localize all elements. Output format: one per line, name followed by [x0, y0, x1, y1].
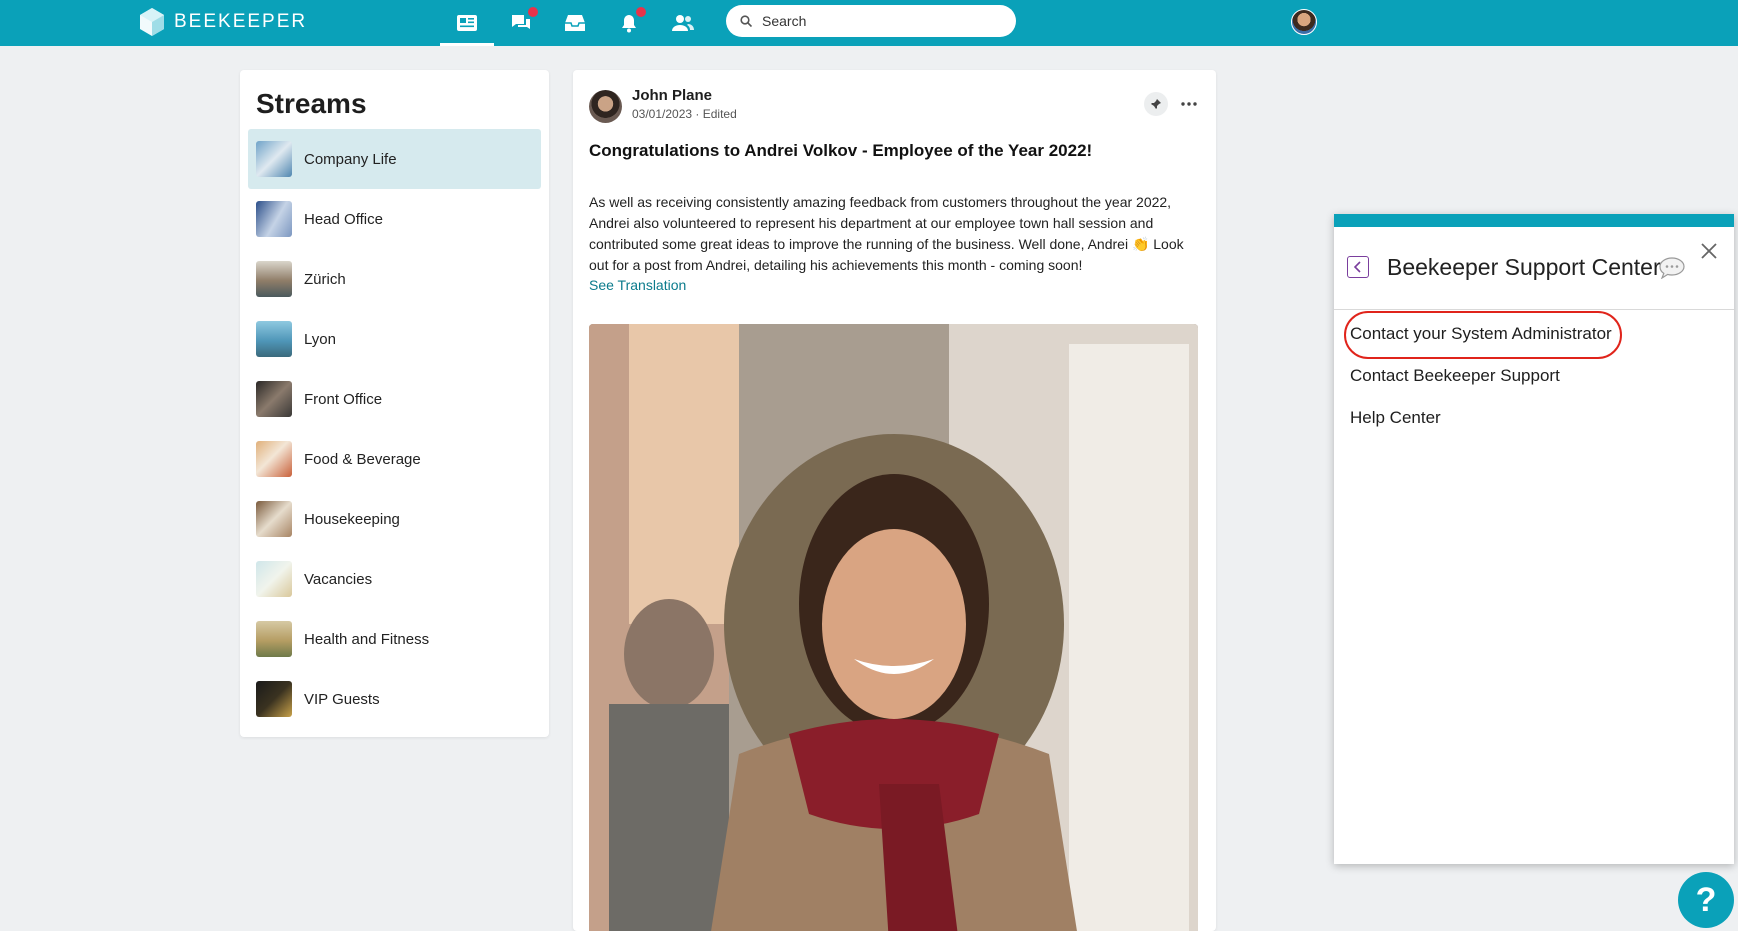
more-icon [1181, 102, 1197, 106]
stream-thumbnail [256, 201, 292, 237]
stream-label: Health and Fitness [304, 630, 430, 648]
stream-thumbnail [256, 141, 292, 177]
stream-thumbnail [256, 321, 292, 357]
stream-thumbnail [256, 561, 292, 597]
notification-dot [528, 7, 538, 17]
help-button[interactable]: ? [1678, 872, 1734, 928]
stream-item-health-fitness[interactable]: Health and Fitness [248, 609, 541, 669]
stream-thumbnail [256, 501, 292, 537]
support-header-bar [1334, 214, 1734, 227]
search-bar[interactable] [726, 5, 1016, 37]
more-options-button[interactable] [1177, 92, 1201, 116]
notification-dot [636, 7, 646, 17]
feed-icon [457, 15, 477, 31]
people-icon [672, 15, 694, 31]
stream-item-food-beverage[interactable]: Food & Beverage [248, 429, 541, 489]
stream-thumbnail [256, 681, 292, 717]
post-author[interactable]: John Plane [632, 87, 712, 104]
streams-title: Streams [256, 88, 367, 119]
post-card: John Plane 03/01/2023 · Edited Congratul… [573, 70, 1216, 931]
notifications-nav-button[interactable] [616, 7, 646, 36]
back-button[interactable] [1347, 256, 1369, 278]
stream-item-vacancies[interactable]: Vacancies [248, 549, 541, 609]
stream-thumbnail [256, 621, 292, 657]
post-date: 03/01/2023 [632, 107, 693, 121]
stream-label: Housekeeping [304, 510, 400, 528]
chevron-left-icon [1353, 261, 1361, 273]
user-avatar[interactable] [1291, 9, 1317, 35]
post-title: Congratulations to Andrei Volkov - Emplo… [589, 141, 1093, 160]
stream-label: Zürich [304, 270, 346, 288]
top-bar: BEEKEEPER [0, 0, 1738, 46]
close-button[interactable] [1698, 240, 1720, 262]
help-center-link[interactable]: Help Center [1350, 408, 1441, 428]
see-translation-link[interactable]: See Translation [589, 277, 686, 293]
stream-item-company-life[interactable]: Company Life [248, 129, 541, 189]
post-body: As well as receiving consistently amazin… [589, 194, 1184, 273]
contact-beekeeper-support-link[interactable]: Contact Beekeeper Support [1350, 366, 1560, 386]
post-photo [589, 324, 1198, 931]
speech-bubble-icon [1659, 257, 1685, 279]
brand-name: BEEKEEPER [174, 11, 308, 32]
stream-thumbnail [256, 441, 292, 477]
stream-thumbnail [256, 381, 292, 417]
feed-nav-button[interactable] [454, 10, 480, 36]
stream-item-housekeeping[interactable]: Housekeeping [248, 489, 541, 549]
divider [1334, 309, 1734, 310]
stream-item-front-office[interactable]: Front Office [248, 369, 541, 429]
support-title: Beekeeper Support Center [1387, 254, 1661, 280]
beekeeper-logo-icon [140, 8, 164, 36]
pin-button[interactable] [1144, 92, 1168, 116]
stream-item-zurich[interactable]: Zürich [248, 249, 541, 309]
bell-icon [622, 15, 636, 33]
stream-label: Front Office [304, 390, 383, 408]
support-center-panel: Beekeeper Support Center Contact your Sy… [1334, 214, 1734, 864]
pin-icon [1151, 99, 1161, 109]
people-nav-button[interactable] [670, 10, 696, 36]
active-nav-indicator [440, 43, 494, 46]
post-meta: 03/01/2023 · Edited [632, 107, 737, 121]
streams-panel: Streams Company Life Head Office Zürich … [240, 70, 549, 737]
search-input[interactable] [762, 13, 1002, 29]
stream-label: VIP Guests [304, 690, 380, 708]
stream-label: Food & Beverage [304, 450, 421, 468]
stream-thumbnail [256, 261, 292, 297]
stream-label: Vacancies [304, 570, 373, 588]
stream-item-vip-guests[interactable]: VIP Guests [248, 669, 541, 729]
post-edited-label: Edited [702, 107, 737, 121]
contact-system-admin-link[interactable]: Contact your System Administrator [1350, 324, 1612, 344]
stream-label: Lyon [304, 330, 336, 348]
chats-nav-button[interactable] [508, 7, 538, 36]
post-image[interactable] [589, 324, 1198, 931]
chat-icon [512, 15, 530, 29]
inbox-nav-button[interactable] [562, 10, 588, 36]
meta-separator: · [695, 107, 703, 121]
stream-label: Company Life [304, 150, 397, 168]
logo[interactable]: BEEKEEPER [140, 8, 307, 36]
inbox-icon [565, 15, 585, 31]
stream-item-head-office[interactable]: Head Office [248, 189, 541, 249]
stream-label: Head Office [304, 210, 383, 228]
search-icon [740, 15, 752, 27]
stream-item-lyon[interactable]: Lyon [248, 309, 541, 369]
close-icon [1701, 243, 1717, 259]
author-avatar[interactable] [589, 90, 622, 123]
